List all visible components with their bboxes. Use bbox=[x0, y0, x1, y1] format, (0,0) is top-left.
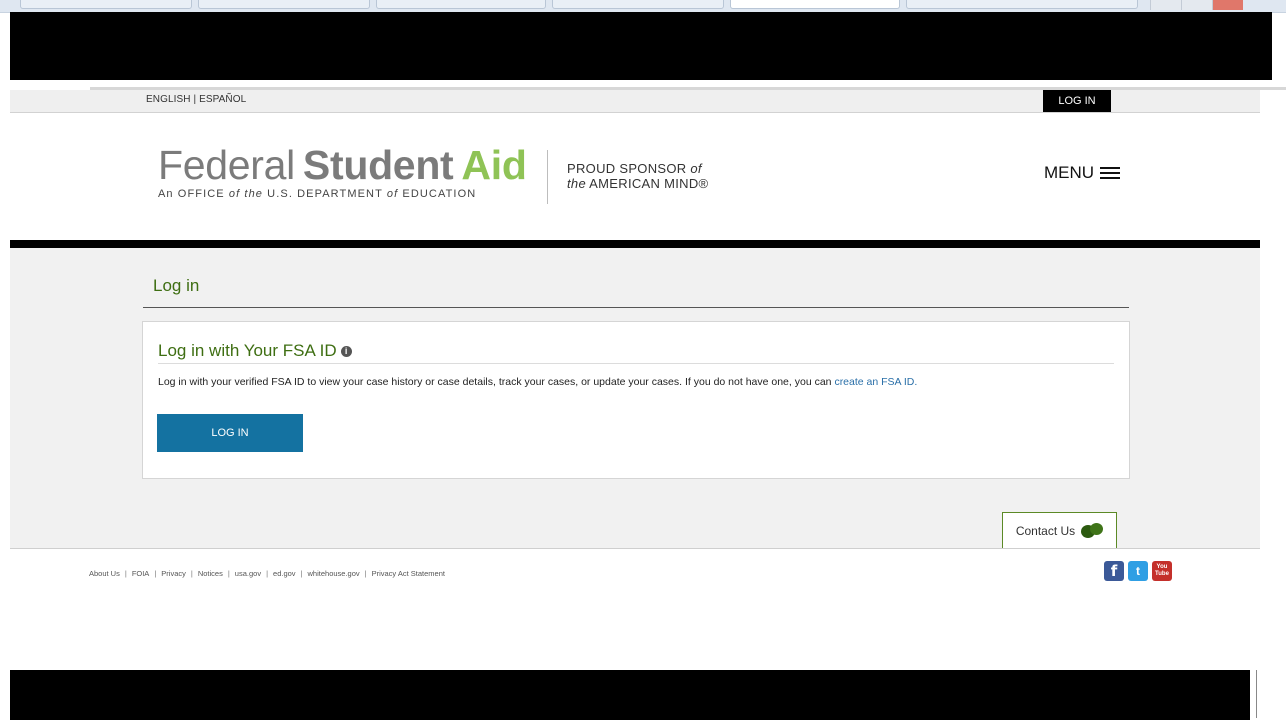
logo-student: Student bbox=[302, 142, 454, 188]
footer-link-about-us[interactable]: About Us bbox=[89, 569, 120, 578]
card-description: Log in with your verified FSA ID to view… bbox=[158, 376, 917, 388]
logo-wordmark: Federal Student Aid bbox=[158, 144, 527, 186]
footer-separator: | bbox=[300, 569, 303, 578]
maximize-icon[interactable] bbox=[1181, 0, 1212, 10]
lang-separator: | bbox=[190, 94, 200, 105]
card-divider bbox=[158, 363, 1114, 364]
utility-bar: ENGLISH | ESPAÑOL LOG IN bbox=[10, 90, 1260, 113]
logo-divider bbox=[547, 150, 548, 204]
footer-separator: | bbox=[190, 569, 193, 578]
browser-tab[interactable] bbox=[376, 0, 546, 9]
redacted-area-bottom bbox=[10, 670, 1250, 720]
lang-espanol-link[interactable]: ESPAÑOL bbox=[199, 94, 246, 105]
logo-federal: Federal bbox=[158, 142, 295, 188]
card-title: Log in with Your FSA ID i bbox=[158, 341, 352, 361]
footer-separator: | bbox=[154, 569, 157, 578]
fsa-login-card: Log in with Your FSA ID i Log in with yo… bbox=[142, 321, 1130, 479]
sponsor-of: of bbox=[690, 161, 702, 176]
sponsor-tagline: PROUD SPONSOR of the AMERICAN MIND® bbox=[567, 161, 708, 191]
fsa-logo[interactable]: Federal Student Aid An OFFICE of the U.S. … bbox=[158, 144, 527, 200]
card-description-text: Log in with your verified FSA ID to view… bbox=[158, 376, 835, 388]
footer-separator: | bbox=[266, 569, 269, 578]
footer-link-ed-gov[interactable]: ed.gov bbox=[273, 569, 296, 578]
logo-sub-an: An OFFICE bbox=[158, 188, 229, 200]
redacted-area-top bbox=[10, 12, 1272, 80]
youtube-tube: Tube bbox=[1155, 571, 1169, 577]
menu-label: MENU bbox=[1044, 163, 1095, 182]
logo-sub-of-the: of the bbox=[228, 188, 264, 200]
logo-sub-of: of bbox=[386, 188, 399, 200]
twitter-icon[interactable]: t bbox=[1128, 561, 1148, 581]
facebook-icon[interactable]: f bbox=[1104, 561, 1124, 581]
footer-separator: | bbox=[227, 569, 230, 578]
social-links: f t You Tube bbox=[1104, 561, 1172, 581]
footer-link-usa-gov[interactable]: usa.gov bbox=[235, 569, 261, 578]
menu-button[interactable]: MENU bbox=[1044, 163, 1121, 183]
chat-bubbles-icon bbox=[1081, 522, 1104, 539]
title-divider bbox=[143, 307, 1129, 308]
logo-aid: Aid bbox=[461, 142, 527, 188]
browser-tab[interactable] bbox=[552, 0, 724, 9]
footer-link-notices[interactable]: Notices bbox=[198, 569, 223, 578]
card-title-text: Log in with Your FSA ID bbox=[158, 341, 337, 360]
contact-us-button[interactable]: Contact Us bbox=[1002, 512, 1117, 548]
sponsor-line2: AMERICAN MIND® bbox=[585, 176, 709, 191]
info-icon[interactable]: i bbox=[340, 345, 352, 357]
logo-subtitle: An OFFICE of the U.S. DEPARTMENT of EDUC… bbox=[158, 188, 527, 200]
browser-tab[interactable] bbox=[906, 0, 1138, 9]
close-icon[interactable] bbox=[1212, 0, 1243, 10]
footer-separator: | bbox=[364, 569, 367, 578]
browser-tab[interactable] bbox=[20, 0, 192, 9]
page-title: Log in bbox=[153, 276, 200, 295]
top-login-button[interactable]: LOG IN bbox=[1043, 90, 1111, 112]
language-switcher: ENGLISH | ESPAÑOL bbox=[146, 94, 246, 105]
scrollbar-edge bbox=[1256, 670, 1257, 718]
logo-sub-dept: U.S. DEPARTMENT bbox=[263, 188, 387, 200]
footer-link-privacy[interactable]: Privacy bbox=[161, 569, 186, 578]
youtube-icon[interactable]: You Tube bbox=[1152, 561, 1172, 581]
footer-links: About Us | FOIA | Privacy | Notices | usa.gov | ed… bbox=[89, 569, 445, 578]
lang-english-link[interactable]: ENGLISH bbox=[146, 94, 191, 105]
logo-sub-edu: EDUCATION bbox=[398, 188, 477, 200]
footer-separator: | bbox=[124, 569, 127, 578]
header-rule bbox=[10, 240, 1260, 248]
fsa-login-button[interactable]: LOG IN bbox=[157, 414, 303, 452]
footer-link-foia[interactable]: FOIA bbox=[132, 569, 150, 578]
youtube-you: You bbox=[1156, 564, 1168, 570]
browser-tab[interactable] bbox=[198, 0, 370, 9]
sponsor-line1: PROUD SPONSOR bbox=[567, 161, 691, 176]
minimize-icon[interactable] bbox=[1150, 0, 1181, 10]
create-fsa-id-link[interactable]: create an FSA ID. bbox=[834, 376, 917, 388]
contact-us-label: Contact Us bbox=[1015, 523, 1076, 538]
browser-tab-active[interactable] bbox=[730, 0, 900, 9]
footer-link-privacy-act[interactable]: Privacy Act Statement bbox=[372, 569, 445, 578]
sponsor-the: the bbox=[567, 176, 586, 191]
footer-link-whitehouse-gov[interactable]: whitehouse.gov bbox=[308, 569, 360, 578]
hamburger-icon bbox=[1100, 166, 1121, 181]
footer-divider bbox=[10, 548, 1260, 549]
